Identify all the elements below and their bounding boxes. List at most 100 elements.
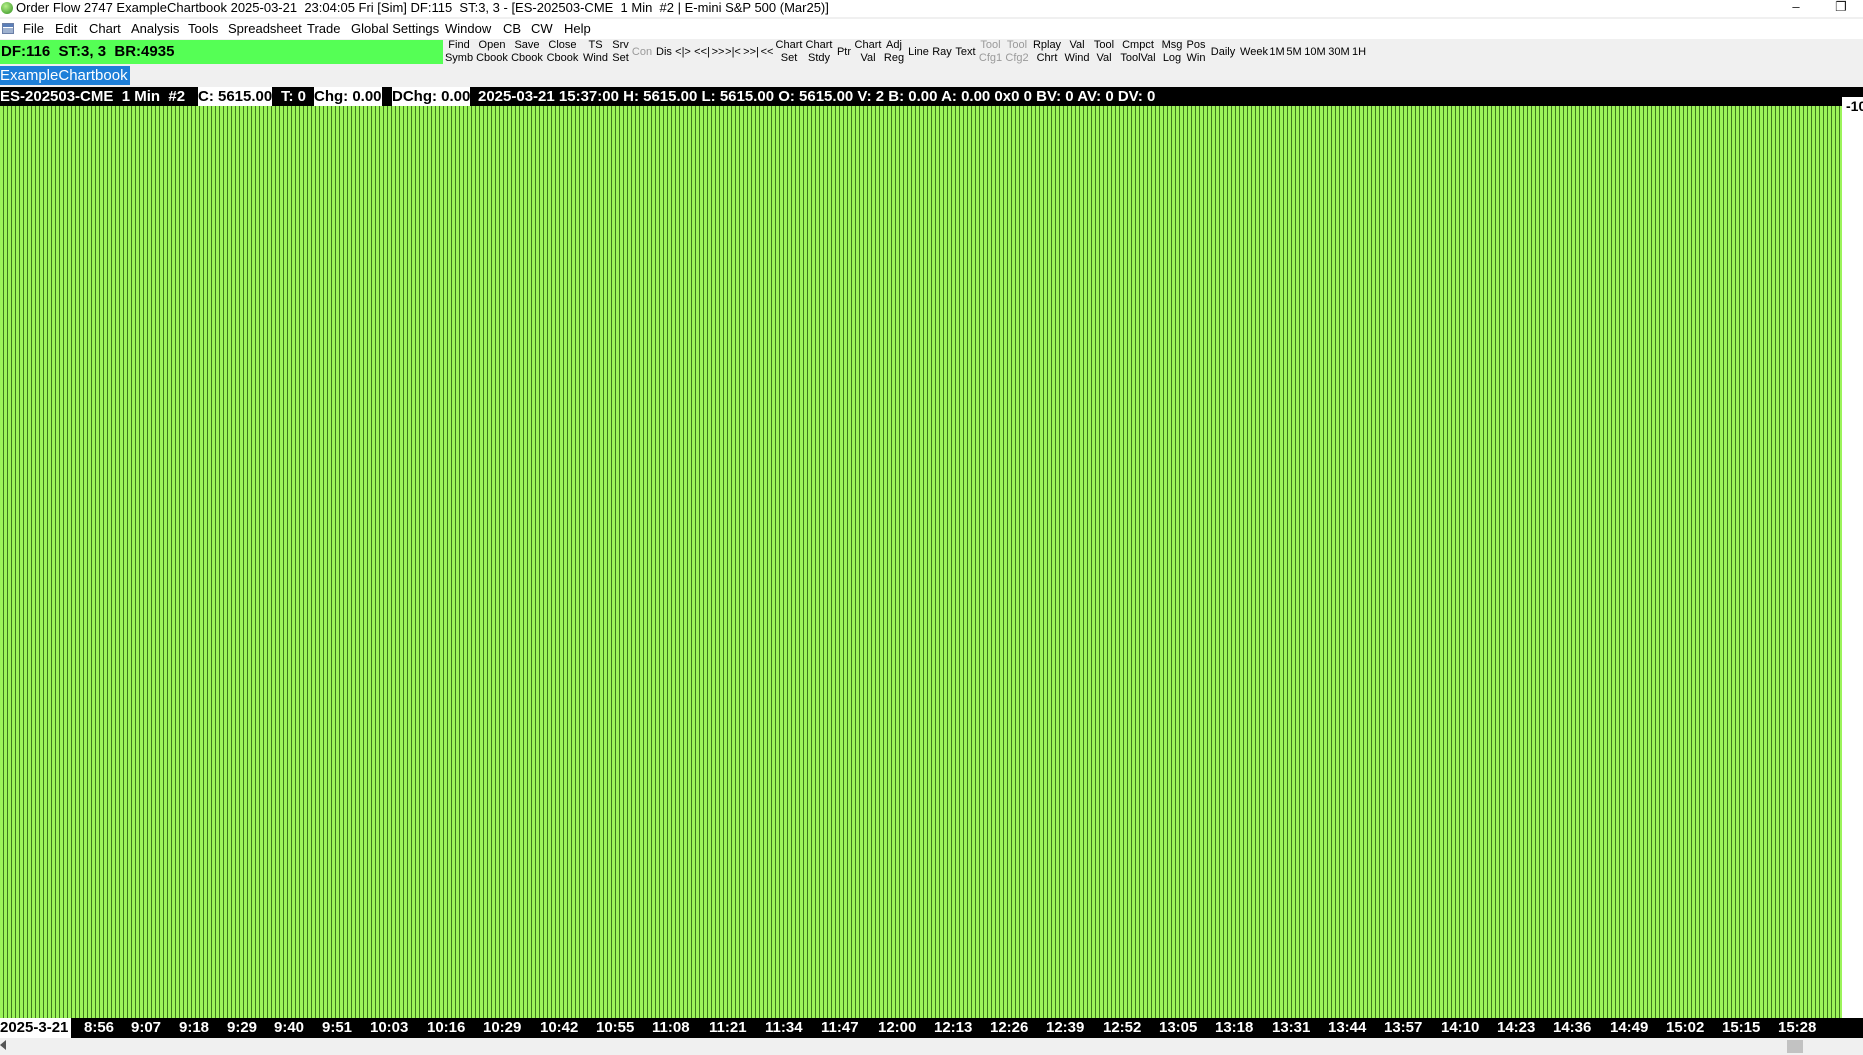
bar-details: 2025-03-21 15:37:00 H: 5615.00 L: 5615.0… <box>478 87 1156 106</box>
compact-tool-values-button[interactable]: Cmpct ToolVal <box>1117 38 1159 66</box>
time-label: 9:40 <box>274 1019 305 1036</box>
time-label: 12:39 <box>1046 1019 1085 1036</box>
tool-config-2-button[interactable]: Tool Cfg2 <box>1003 38 1031 66</box>
chart-values-button[interactable]: Chart Val <box>854 38 882 66</box>
menu-chart[interactable]: Chart <box>89 19 121 39</box>
time-label: 9:29 <box>227 1019 258 1036</box>
time-label: 10:03 <box>370 1019 409 1036</box>
tool-values-button[interactable]: Tool Val <box>1091 38 1117 66</box>
time-label: 13:57 <box>1384 1019 1423 1036</box>
time-label: 13:18 <box>1215 1019 1254 1036</box>
positions-window-button[interactable]: Pos Win <box>1185 38 1207 66</box>
open-chartbook-button[interactable]: Open Cbook <box>475 38 509 66</box>
time-label: 15:28 <box>1778 1019 1817 1036</box>
scroll-start-button[interactable]: << <box>760 38 774 66</box>
time-label: 11:21 <box>709 1019 747 1036</box>
horizontal-scrollbar[interactable] <box>0 1038 1863 1055</box>
scroll-forward-button[interactable]: >> <box>712 38 725 66</box>
menu-file[interactable]: File <box>23 19 44 39</box>
time-label: 12:13 <box>934 1019 973 1036</box>
time-label: 14:23 <box>1497 1019 1536 1036</box>
close-chartbook-button[interactable]: Close Cbook <box>545 38 580 66</box>
time-label: 12:00 <box>878 1019 917 1036</box>
server-settings-button[interactable]: Srv Set <box>611 38 630 66</box>
timeframe-5m-button[interactable]: 5M <box>1285 38 1303 66</box>
tool-config-1-button[interactable]: Tool Cfg1 <box>978 38 1003 66</box>
menu-cw[interactable]: CW <box>531 19 553 39</box>
restore-button[interactable]: ❐ <box>1819 0 1863 17</box>
scrollbar-thumb[interactable] <box>1787 1040 1803 1053</box>
time-label: 9:18 <box>179 1019 210 1036</box>
time-label: 13:31 <box>1272 1019 1311 1036</box>
price-scale[interactable] <box>1842 97 1863 1021</box>
menu-window[interactable]: Window <box>445 19 491 39</box>
menu-global-settings[interactable]: Global Settings <box>351 19 439 39</box>
message-log-button[interactable]: Msg Log <box>1159 38 1185 66</box>
price-chart-area[interactable] <box>0 106 1842 1018</box>
menu-analysis[interactable]: Analysis <box>131 19 179 39</box>
ray-tool-button[interactable]: Ray <box>931 38 953 66</box>
disconnect-button[interactable]: Dis <box>654 38 674 66</box>
trade-count: T: 0 <box>281 87 307 106</box>
chart-symbol: ES-202503-CME 1 Min #2 <box>0 87 186 106</box>
time-axis[interactable]: 2025-3-21 8:56 9:07 9:18 9:29 9:40 9:51 … <box>0 1018 1863 1038</box>
chart-info-bar: ES-202503-CME 1 Min #2 C: 5615.00 T: 0 C… <box>0 87 1863 106</box>
window-title: Order Flow 2747 ExampleChartbook 2025-03… <box>16 0 829 15</box>
menu-tools[interactable]: Tools <box>188 19 218 39</box>
zoom-button[interactable]: >|< <box>724 38 742 66</box>
time-label: 11:47 <box>821 1019 859 1036</box>
values-window-button[interactable]: Val Wind <box>1063 38 1091 66</box>
chart-settings-button[interactable]: Chart Set <box>774 38 804 66</box>
time-label: 13:05 <box>1159 1019 1198 1036</box>
time-label: 14:36 <box>1553 1019 1592 1036</box>
menu-help[interactable]: Help <box>564 19 591 39</box>
title-bar: Order Flow 2747 ExampleChartbook 2025-03… <box>0 0 1863 17</box>
time-label: 13:44 <box>1328 1019 1367 1036</box>
time-label: 15:02 <box>1666 1019 1705 1036</box>
close-price: C: 5615.00 <box>198 87 273 106</box>
replay-chart-button[interactable]: Rplay Chrt <box>1031 38 1063 66</box>
price-scale-label: -10 <box>1846 98 1863 114</box>
time-label: 11:08 <box>652 1019 690 1036</box>
menu-trade[interactable]: Trade <box>307 19 340 39</box>
status-indicator: DF:116 ST:3, 3 BR:4935 <box>0 40 443 64</box>
menu-bar: File Edit Chart Analysis Tools Spreadshe… <box>0 19 1863 39</box>
weekly-button[interactable]: Week <box>1239 38 1269 66</box>
timeframe-1m-button[interactable]: 1M <box>1269 38 1285 66</box>
time-label: 10:29 <box>483 1019 522 1036</box>
scroll-left-arrow-icon[interactable] <box>0 1040 6 1050</box>
connect-button[interactable]: Con <box>630 38 654 66</box>
time-label: 8:56 <box>84 1019 115 1036</box>
menu-cb[interactable]: CB <box>503 19 521 39</box>
daily-button[interactable]: Daily <box>1207 38 1239 66</box>
scroll-end-button[interactable]: >>| <box>742 38 760 66</box>
system-menu-icon[interactable] <box>2 23 14 34</box>
scroll-back-button[interactable]: <<| <box>692 38 712 66</box>
timeframe-1h-button[interactable]: 1H <box>1351 38 1367 66</box>
chartbook-tab[interactable]: ExampleChartbook <box>0 66 130 85</box>
time-label: 9:07 <box>131 1019 162 1036</box>
chart-studies-button[interactable]: Chart Stdy <box>804 38 834 66</box>
find-symbol-button[interactable]: Find Symb <box>443 38 475 66</box>
time-label: 9:51 <box>322 1019 353 1036</box>
pointer-tool-button[interactable]: Ptr <box>834 38 854 66</box>
change-value: Chg: 0.00 <box>314 87 382 106</box>
save-chartbook-button[interactable]: Save Cbook <box>509 38 545 66</box>
adjust-region-button[interactable]: Adj Reg <box>882 38 906 66</box>
center-chart-button[interactable]: <|> <box>674 38 692 66</box>
menu-spreadsheet[interactable]: Spreadsheet <box>228 19 302 39</box>
time-label: 15:15 <box>1722 1019 1761 1036</box>
time-label: 12:52 <box>1103 1019 1142 1036</box>
time-sales-window-button[interactable]: TS Wind <box>580 38 611 66</box>
timeframe-10m-button[interactable]: 10M <box>1303 38 1327 66</box>
time-label: 14:10 <box>1441 1019 1480 1036</box>
line-tool-button[interactable]: Line <box>906 38 931 66</box>
session-date-label: 2025-3-21 <box>0 1018 72 1038</box>
menu-edit[interactable]: Edit <box>55 19 77 39</box>
timeframe-30m-button[interactable]: 30M <box>1327 38 1351 66</box>
text-tool-button[interactable]: Text <box>953 38 978 66</box>
time-label: 11:34 <box>765 1019 803 1036</box>
minimize-button[interactable]: – <box>1774 0 1818 17</box>
time-label: 14:49 <box>1610 1019 1649 1036</box>
app-icon <box>1 2 13 14</box>
